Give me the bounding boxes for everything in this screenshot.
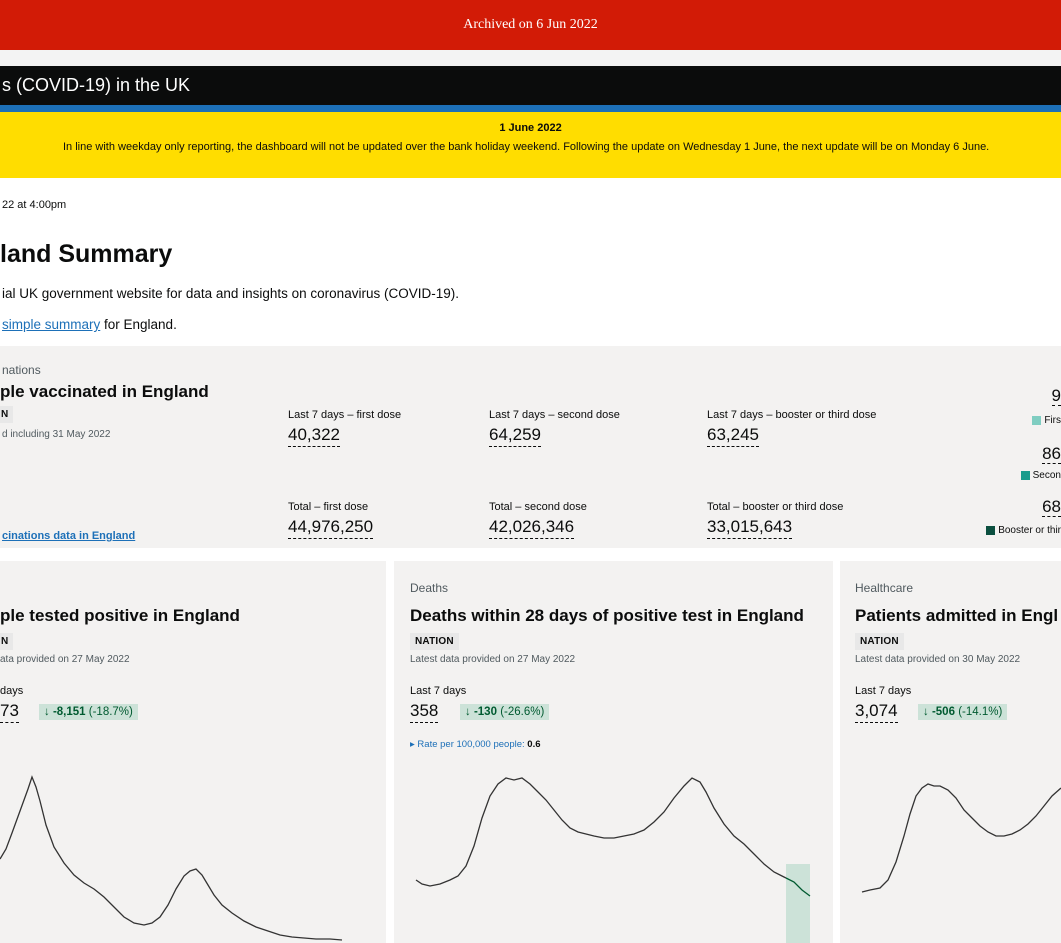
healthcare-card: Healthcare Patients admitted in Engl NAT… <box>840 561 1061 943</box>
card-caption: nations <box>2 363 41 377</box>
area-tag: NATION <box>410 633 459 650</box>
uptake-second-value[interactable]: 86 <box>1042 444 1061 464</box>
card-caption: Healthcare <box>855 581 914 595</box>
card-title[interactable]: ple tested positive in England <box>0 606 240 626</box>
legend-label: Firs <box>1044 415 1061 426</box>
page-intro: ial UK government website for data and i… <box>2 286 459 301</box>
announcement-text: In line with weekday only reporting, the… <box>63 141 990 153</box>
rate-label: Rate per 100,000 people: <box>417 739 528 750</box>
arrow-down-icon: ↓ <box>465 706 471 718</box>
legend-swatch <box>986 526 996 535</box>
date-note: d including 31 May 2022 <box>2 429 111 440</box>
legend-first: Firs <box>1032 415 1061 426</box>
site-header: s (COVID-19) in the UK <box>0 66 1061 105</box>
metric-label: Last 7 days – first dose <box>288 409 402 421</box>
metric-label: Total – second dose <box>489 501 587 513</box>
metric-value[interactable]: 40,322 <box>288 425 340 447</box>
headline-value[interactable]: 358 <box>410 701 439 723</box>
legend-label: Secon <box>1032 470 1061 481</box>
card-title[interactable]: Deaths within 28 days of positive test i… <box>410 606 804 626</box>
deaths-trend-chart[interactable] <box>394 766 833 943</box>
change-percent: (-18.7%) <box>88 706 133 718</box>
healthcare-trend-line <box>861 783 1061 893</box>
healthcare-trend-chart[interactable] <box>840 766 1061 943</box>
period-label: days <box>0 685 24 697</box>
headline-value[interactable]: 3,074 <box>855 701 898 723</box>
metric-value[interactable]: 63,245 <box>707 425 759 447</box>
legend-booster: Booster or thir <box>986 525 1061 536</box>
legend-label: Booster or thir <box>998 525 1061 536</box>
latest-data-note: Latest data provided on 30 May 2022 <box>855 654 1021 665</box>
incomplete-data-band <box>786 864 810 943</box>
announcement-title: 1 June 2022 <box>499 122 562 134</box>
uptake-booster-value[interactable]: 68 <box>1042 497 1061 517</box>
page-title: land Summary <box>0 240 173 268</box>
last-updated: 22 at 4:00pm <box>2 199 67 211</box>
rate-toggle[interactable]: ▸ Rate per 100,000 people: 0.6 <box>410 739 541 750</box>
summary-line: simple summary for England. <box>2 317 177 332</box>
change-value: -130 <box>473 706 497 718</box>
change-badge: ↓ -130 (-26.6%) <box>460 704 550 720</box>
legend-swatch <box>1020 471 1030 480</box>
change-value: -506 <box>931 706 955 718</box>
card-title[interactable]: ple vaccinated in England <box>0 382 209 402</box>
cases-trend-chart[interactable] <box>0 771 386 943</box>
vaccinations-data-link[interactable]: cinations data in England <box>2 530 135 542</box>
change-badge: ↓ -8,151 (-18.7%) <box>39 704 138 720</box>
change-badge: ↓ -506 (-14.1%) <box>918 704 1008 720</box>
archive-banner: Archived on 6 Jun 2022 <box>0 0 1061 50</box>
card-caption: Deaths <box>410 581 449 595</box>
announcement-banner: 1 June 2022 In line with weekday only re… <box>0 112 1061 178</box>
arrow-down-icon: ↓ <box>923 706 929 718</box>
cases-trend-line <box>0 775 343 941</box>
period-label: Last 7 days <box>410 685 467 697</box>
metric-label: Total – booster or third dose <box>707 501 844 513</box>
area-tag: N <box>0 406 14 423</box>
change-percent: (-14.1%) <box>958 706 1003 718</box>
arrow-down-icon: ↓ <box>44 706 50 718</box>
area-tag: NATION <box>855 633 904 650</box>
metric-label: Total – first dose <box>288 501 369 513</box>
spacer <box>0 50 1061 66</box>
simple-summary-link[interactable]: simple summary <box>2 317 100 332</box>
metric-value[interactable]: 64,259 <box>489 425 541 447</box>
deaths-card: Deaths Deaths within 28 days of positive… <box>394 561 833 943</box>
legend-second: Secon <box>1020 470 1061 481</box>
deaths-trend-line <box>415 777 787 887</box>
header-underline <box>0 105 1061 112</box>
metric-value[interactable]: 33,015,643 <box>707 517 793 539</box>
latest-data-note: Latest data provided on 27 May 2022 <box>410 654 576 665</box>
metric-label: Last 7 days – booster or third dose <box>707 409 877 421</box>
site-title[interactable]: s (COVID-19) in the UK <box>2 75 190 96</box>
legend-swatch <box>1032 416 1042 425</box>
rate-value: 0.6 <box>527 739 541 750</box>
change-percent: (-26.6%) <box>500 706 545 718</box>
change-value: -8,151 <box>52 706 86 718</box>
card-title[interactable]: Patients admitted in Engl <box>855 606 1058 626</box>
cases-card: ple tested positive in England N ata pro… <box>0 561 386 943</box>
metric-label: Last 7 days – second dose <box>489 409 620 421</box>
summary-suffix: for England. <box>100 317 177 332</box>
latest-data-note: ata provided on 27 May 2022 <box>0 654 130 665</box>
uptake-first-value[interactable]: 9 <box>1051 386 1061 406</box>
archive-text: Archived on 6 Jun 2022 <box>463 17 598 32</box>
headline-value[interactable]: 73 <box>0 701 19 723</box>
triangle-right-icon: ▸ <box>410 739 415 750</box>
metric-value[interactable]: 44,976,250 <box>288 517 374 539</box>
metric-value[interactable]: 42,026,346 <box>489 517 575 539</box>
vaccinations-card: nations ple vaccinated in England N d in… <box>0 346 1061 548</box>
area-tag: N <box>0 633 14 650</box>
period-label: Last 7 days <box>855 685 912 697</box>
